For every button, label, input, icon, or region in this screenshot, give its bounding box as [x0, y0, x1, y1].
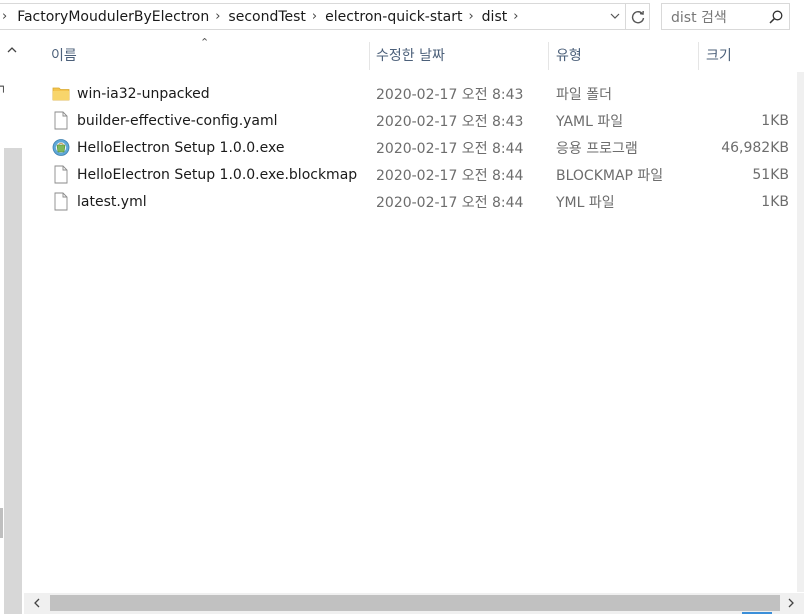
file-name[interactable]: win-ia32-unpacked: [77, 80, 210, 107]
file-modified: 2020-02-17 오전 8:43: [376, 86, 524, 103]
chevron-right-icon[interactable]: ›: [507, 9, 526, 24]
chevron-right-icon[interactable]: ›: [209, 9, 228, 24]
search-input[interactable]: dist 검색: [662, 7, 763, 27]
file-type: 파일 폴더: [556, 86, 612, 103]
chevron-right-icon[interactable]: ›: [462, 9, 481, 24]
column-header-modified[interactable]: 수정한 날짜: [376, 38, 546, 72]
file-modified: 2020-02-17 오전 8:44: [376, 194, 524, 211]
file-row[interactable]: HelloElectron Setup 1.0.0.exe 2020-02-17…: [24, 134, 798, 161]
chevron-down-icon: [610, 13, 620, 19]
chevron-left-icon: [34, 598, 40, 608]
navigation-pane: ┐: [0, 38, 24, 614]
horizontal-scrollbar-thumb[interactable]: [50, 595, 780, 611]
nav-scrollbar-thumb[interactable]: [4, 148, 22, 614]
nav-item-fragment[interactable]: ┐: [0, 80, 7, 93]
file-type: YAML 파일: [556, 113, 624, 130]
horizontal-scrollbar[interactable]: [24, 593, 804, 614]
column-divider[interactable]: [698, 42, 699, 70]
column-header: ⌃ 이름 수정한 날짜 유형 크기: [24, 36, 804, 72]
file-name[interactable]: builder-effective-config.yaml: [77, 107, 278, 134]
file-size: 1KB: [761, 193, 789, 210]
scroll-right-button[interactable]: [784, 595, 798, 611]
file-type: BLOCKMAP 파일: [556, 167, 664, 184]
file-modified: 2020-02-17 오전 8:44: [376, 167, 524, 184]
document-icon: [54, 165, 68, 184]
breadcrumb-item[interactable]: secondTest: [228, 9, 306, 25]
file-name[interactable]: HelloElectron Setup 1.0.0.exe.blockmap: [77, 161, 357, 188]
chevron-right-icon[interactable]: ›: [0, 9, 17, 24]
file-name[interactable]: latest.yml: [77, 188, 147, 215]
file-row[interactable]: HelloElectron Setup 1.0.0.exe.blockmap 2…: [24, 161, 798, 188]
nav-scroll-up-button[interactable]: [3, 42, 21, 58]
file-size: 51KB: [752, 166, 789, 183]
installer-icon: [52, 139, 70, 156]
search-icon[interactable]: [763, 10, 789, 24]
breadcrumb-item[interactable]: dist: [482, 9, 508, 25]
breadcrumb-item[interactable]: electron-quick-start: [325, 9, 462, 25]
column-header-type[interactable]: 유형: [556, 38, 696, 72]
address-bar: › FactoryMoudulerByElectron › secondTest…: [0, 0, 804, 33]
file-row[interactable]: latest.yml 2020-02-17 오전 8:44 YML 파일 1KB: [24, 188, 798, 215]
file-modified: 2020-02-17 오전 8:43: [376, 113, 524, 130]
file-size: 46,982KB: [721, 139, 789, 156]
scroll-left-button[interactable]: [30, 595, 44, 611]
file-row[interactable]: builder-effective-config.yaml 2020-02-17…: [24, 107, 798, 134]
refresh-icon: [631, 10, 644, 23]
column-divider[interactable]: [548, 42, 549, 70]
column-header-size[interactable]: 크기: [706, 38, 796, 72]
chevron-up-icon: [7, 47, 17, 53]
file-row[interactable]: win-ia32-unpacked 2020-02-17 오전 8:43 파일 …: [24, 80, 798, 107]
file-name[interactable]: HelloElectron Setup 1.0.0.exe: [77, 134, 284, 161]
breadcrumb[interactable]: › FactoryMoudulerByElectron › secondTest…: [0, 3, 626, 30]
document-icon: [54, 111, 68, 130]
chevron-right-icon: [788, 598, 794, 608]
address-history-dropdown[interactable]: [606, 6, 624, 26]
file-type: YML 파일: [556, 194, 615, 211]
nav-divider: [0, 508, 3, 538]
chevron-right-icon[interactable]: ›: [306, 9, 325, 24]
column-header-name[interactable]: 이름: [51, 38, 369, 72]
breadcrumb-item[interactable]: FactoryMoudulerByElectron: [17, 9, 209, 25]
refresh-button[interactable]: [626, 3, 650, 30]
search-box[interactable]: dist 검색: [661, 3, 790, 30]
vertical-scrollbar[interactable]: [797, 72, 804, 592]
folder-icon: [52, 87, 70, 101]
file-type: 응용 프로그램: [556, 140, 638, 157]
file-modified: 2020-02-17 오전 8:44: [376, 140, 524, 157]
column-divider[interactable]: [369, 42, 370, 70]
file-size: 1KB: [761, 112, 789, 129]
file-size: [694, 80, 789, 107]
document-icon: [54, 192, 68, 211]
